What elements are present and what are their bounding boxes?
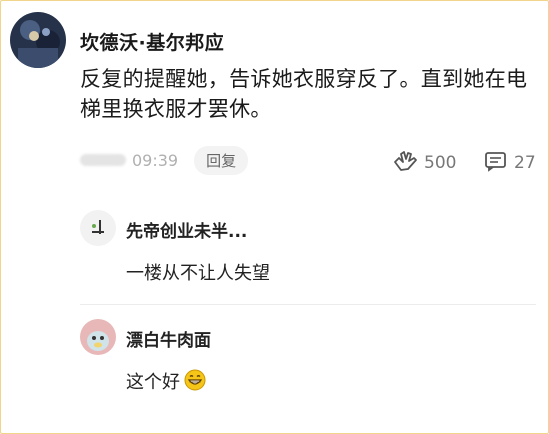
comment-text: 反复的提醒她，告诉她衣服穿反了。直到她在电梯里换衣服才罢休。	[80, 67, 528, 121]
sub-reply-text: 一楼从不让人失望	[126, 263, 270, 284]
like-count: 500	[424, 153, 457, 173]
comment-icon	[484, 150, 508, 176]
like-icon	[392, 150, 418, 176]
grin-emoji-icon	[184, 369, 206, 396]
comment-meta: 09:39 回复	[80, 145, 249, 175]
like-button[interactable]: 500	[392, 150, 456, 176]
avatar[interactable]	[10, 12, 66, 68]
comment-time: 09:39	[132, 150, 179, 170]
avatar[interactable]	[80, 210, 116, 246]
sub-reply-author[interactable]: 先帝创业未半...	[126, 217, 247, 242]
avatar[interactable]	[80, 319, 116, 355]
sub-reply-author[interactable]: 漂白牛肉面	[126, 326, 211, 351]
reply-count: 27	[514, 153, 536, 173]
reply-button[interactable]: 回复	[194, 145, 249, 175]
list-item[interactable]: 先帝创业未半... 一楼从不让人失望	[80, 196, 536, 304]
location-redacted	[80, 154, 126, 166]
sub-reply-text: 这个好	[126, 368, 206, 396]
reply-count-button[interactable]: 27	[484, 150, 536, 176]
sub-replies: 先帝创业未半... 一楼从不让人失望 漂白牛肉面 这个好	[80, 196, 536, 413]
comment-author[interactable]: 坎德沃·基尔邦应	[80, 28, 224, 55]
list-item[interactable]: 漂白牛肉面 这个好	[80, 304, 536, 413]
